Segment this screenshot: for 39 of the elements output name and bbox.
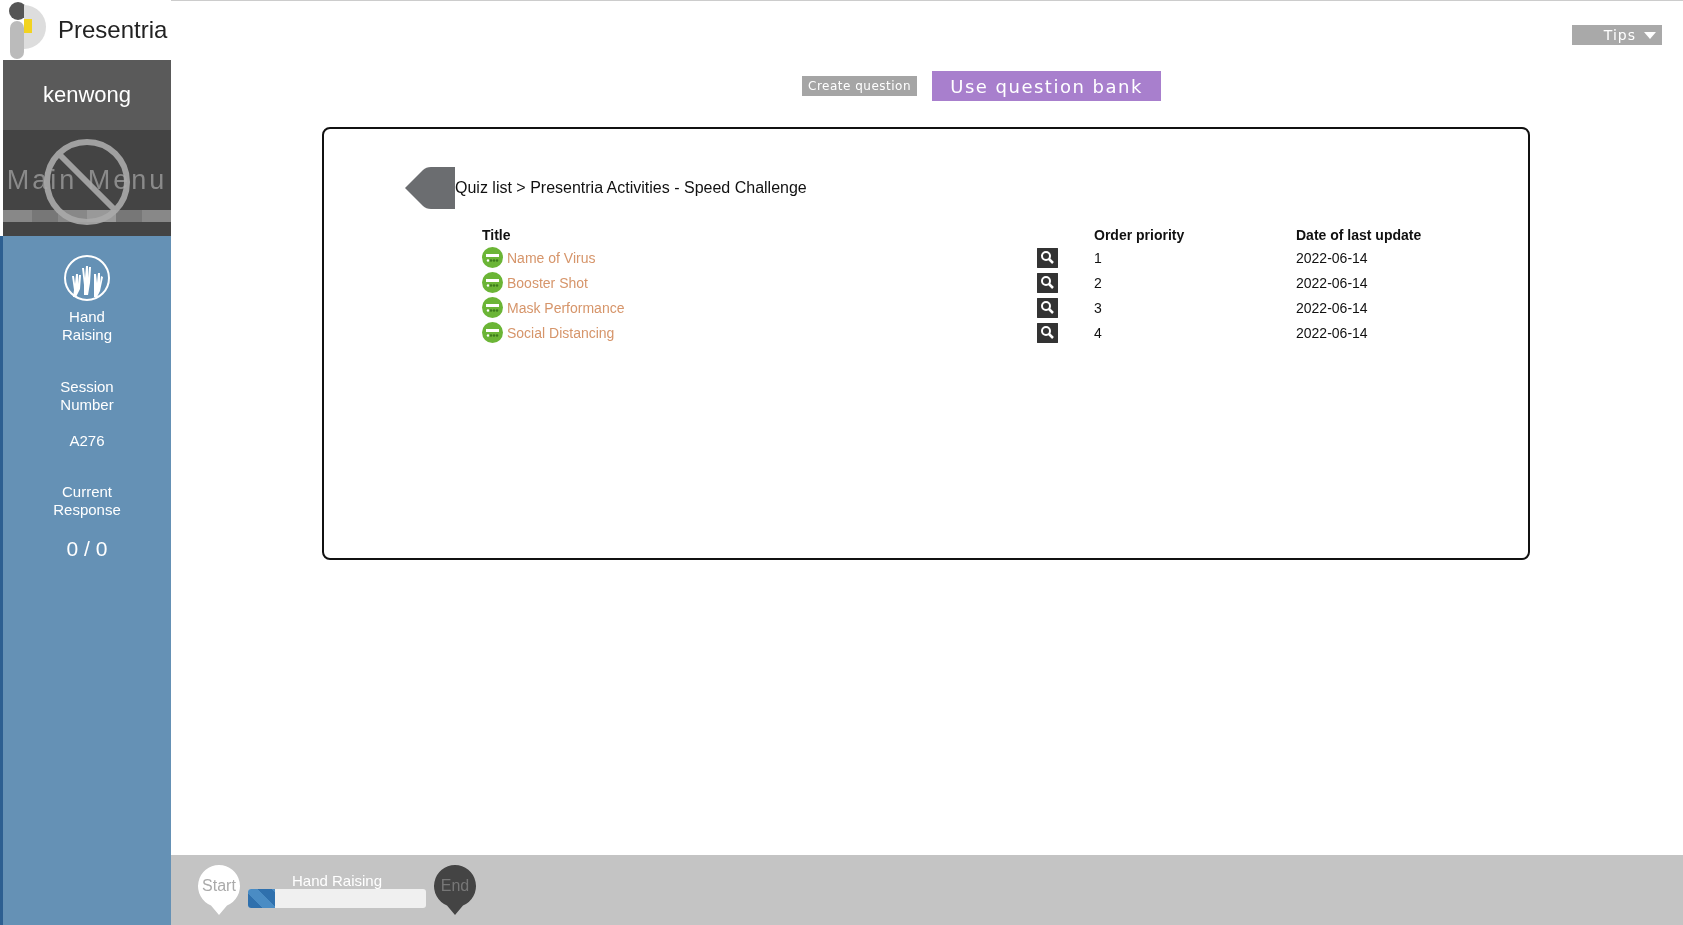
caret-icon xyxy=(1644,31,1656,39)
breadcrumb: Quiz list > Presentria Activities - Speed Challenge xyxy=(455,179,807,197)
question-bank-button[interactable]: Use question bank xyxy=(932,71,1162,101)
current-response-value: 0 / 0 xyxy=(66,537,108,561)
order-priority: 1 xyxy=(1094,249,1102,266)
update-date: 2022-06-14 xyxy=(1296,299,1368,316)
activity-label: Hand Raising xyxy=(291,872,383,889)
order-priority: 4 xyxy=(1094,324,1102,341)
session-number-label: Session Number xyxy=(59,378,115,414)
column-header: Order priority xyxy=(1094,226,1186,245)
multiple-choice-icon xyxy=(482,297,503,318)
update-date: 2022-06-14 xyxy=(1296,249,1368,266)
update-date: 2022-06-14 xyxy=(1296,324,1368,341)
hand-raising-label: Hand Raising xyxy=(61,308,113,344)
column-header: Title xyxy=(482,226,512,245)
tips-dropdown[interactable]: Tips xyxy=(1572,25,1662,45)
question-link[interactable]: Booster Shot xyxy=(507,274,588,291)
question-link[interactable]: Mask Performance xyxy=(507,299,625,316)
order-priority: 2 xyxy=(1094,274,1102,291)
back-arrow-icon[interactable] xyxy=(405,167,455,209)
hand-raising-icon xyxy=(63,254,111,302)
current-response-label: Current Response xyxy=(52,483,122,519)
session-number-value: A276 xyxy=(69,432,105,449)
create-question-button[interactable]: Create question xyxy=(802,76,918,96)
multiple-choice-icon xyxy=(482,272,503,293)
multiple-choice-icon xyxy=(482,247,503,268)
username: kenwong xyxy=(0,60,171,130)
column-header: Date of last update xyxy=(1296,226,1423,245)
start-button[interactable]: Start xyxy=(198,865,240,915)
search-icon[interactable] xyxy=(1037,322,1058,343)
question-link[interactable]: Social Distancing xyxy=(507,324,615,341)
update-date: 2022-06-14 xyxy=(1296,274,1368,291)
search-icon[interactable] xyxy=(1037,247,1058,268)
multiple-choice-icon xyxy=(482,322,503,343)
question-link[interactable]: Name of Virus xyxy=(507,249,596,266)
search-icon[interactable] xyxy=(1037,272,1058,293)
order-priority: 3 xyxy=(1094,299,1102,316)
app-name: Presentria xyxy=(58,16,168,44)
search-icon[interactable] xyxy=(1037,297,1058,318)
